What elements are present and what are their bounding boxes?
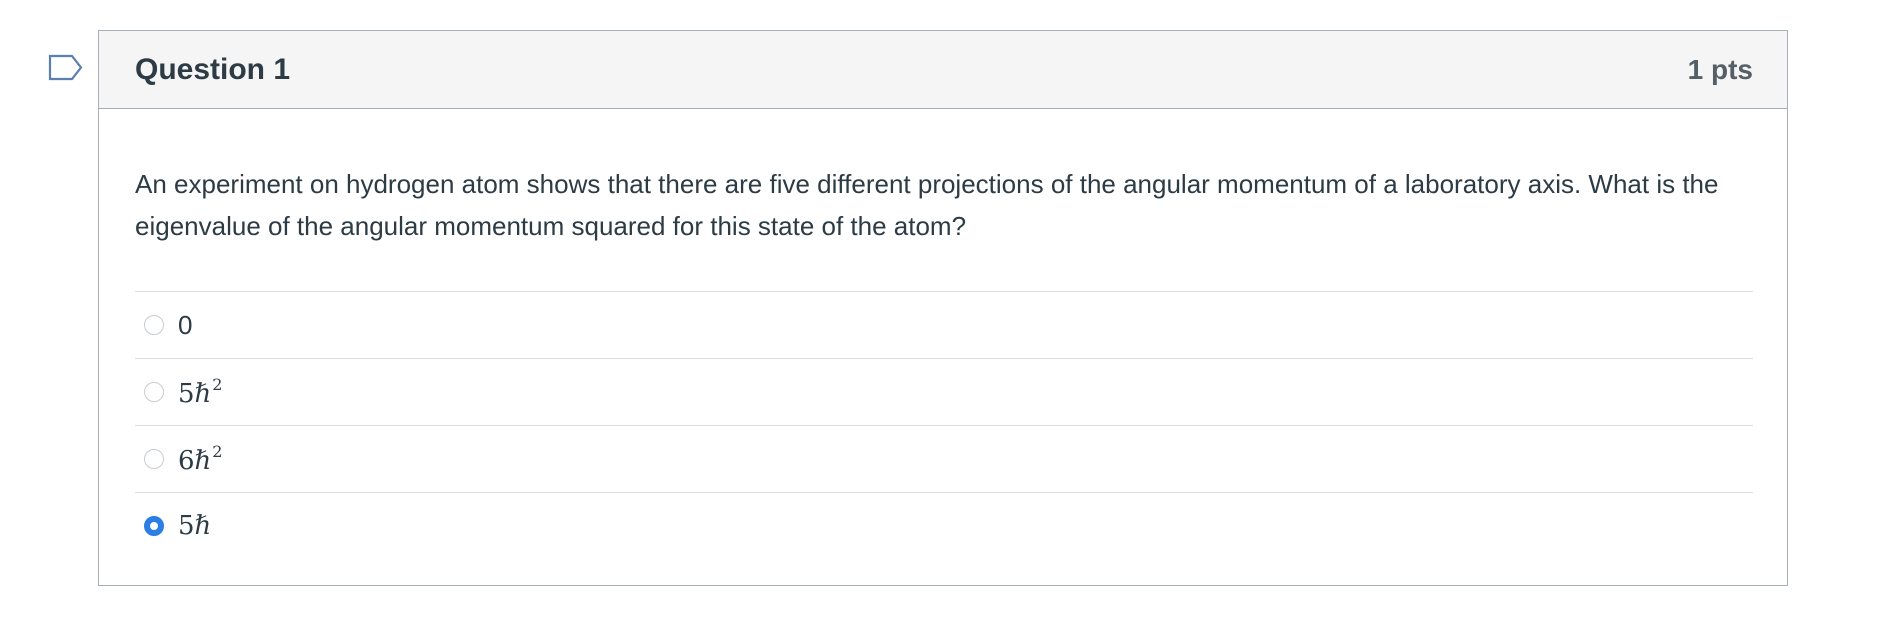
question-card: Question 1 1 pts An experiment on hydrog… <box>98 30 1788 586</box>
answer-radio[interactable] <box>144 382 164 402</box>
question-points: 1 pts <box>1687 53 1753 85</box>
answer-option-0[interactable]: 0 <box>135 292 1753 359</box>
answer-radio-selected[interactable] <box>144 516 164 536</box>
answer-label: 5ℏ <box>178 511 212 541</box>
answer-option-5hbar[interactable]: 5ℏ <box>135 493 1753 559</box>
answer-label: 5ℏ2 <box>178 375 223 409</box>
answer-radio[interactable] <box>144 315 164 335</box>
answer-label: 6ℏ2 <box>178 442 223 476</box>
answer-option-6hbar-squared[interactable]: 6ℏ2 <box>135 426 1753 493</box>
question-title: Question 1 <box>135 52 291 86</box>
flag-question-button[interactable] <box>48 53 84 85</box>
question-text: An experiment on hydrogen atom shows tha… <box>135 169 1719 241</box>
flag-icon <box>48 54 83 81</box>
question-body: An experiment on hydrogen atom shows tha… <box>99 109 1787 559</box>
answer-option-5hbar-squared[interactable]: 5ℏ2 <box>135 359 1753 426</box>
question-header: Question 1 1 pts <box>99 31 1787 109</box>
answer-list: 0 5ℏ2 6ℏ2 5ℏ <box>135 291 1753 559</box>
answer-radio[interactable] <box>144 449 164 469</box>
answer-label: 0 <box>178 309 193 340</box>
